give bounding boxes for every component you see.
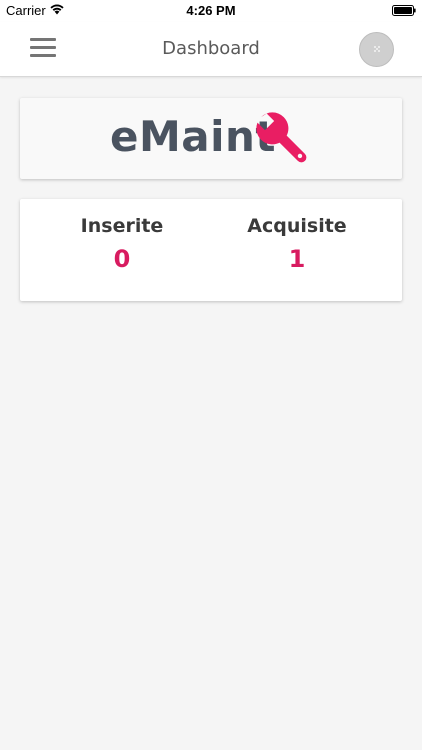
stat-inserite[interactable]: Inserite 0 [47, 215, 197, 273]
stats-card: Inserite 0 Acquisite 1 [20, 199, 402, 301]
stat-acquisite[interactable]: Acquisite 1 [222, 215, 372, 273]
logo-card: eMaint [20, 98, 402, 179]
battery-icon [392, 5, 416, 16]
status-time: 4:26 PM [186, 3, 236, 18]
nav-bar: Dashboard [0, 22, 422, 77]
stat-value: 1 [288, 245, 306, 273]
stat-label: Inserite [80, 215, 164, 237]
wrench-icon [256, 112, 307, 163]
stat-value: 0 [113, 245, 131, 273]
stat-label: Acquisite [247, 215, 347, 237]
user-avatar-icon [374, 46, 380, 52]
status-bar: Carrier 4:26 PM [0, 0, 422, 22]
user-avatar-button[interactable] [359, 32, 394, 67]
